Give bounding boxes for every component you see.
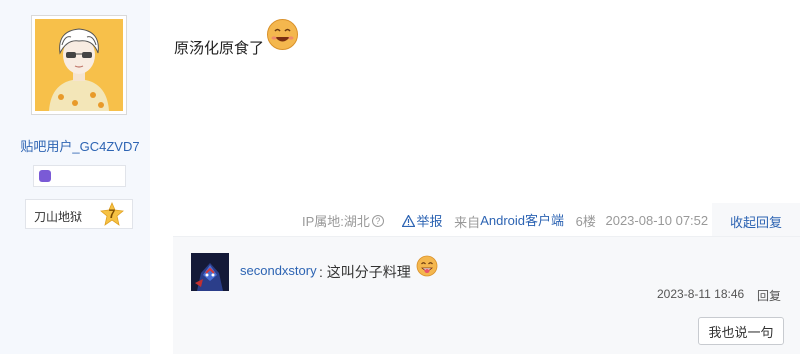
author-sidebar: 贴吧用户_GC4ZVD7 刀山地狱 7 [0, 0, 150, 354]
post-datetime: 2023-08-10 07:52 [605, 213, 709, 229]
level-name: 刀山地狱 [34, 210, 83, 224]
post-content: 原汤化原食了 [174, 40, 265, 57]
reply-area: secondxstory : 这叫分子料理 2023-8-11 18:46 回复… [173, 236, 800, 354]
client-link[interactable]: Android客户端 [480, 213, 564, 228]
floor-number: 6楼 [575, 214, 596, 230]
level-star-icon: 7 [100, 201, 124, 226]
collapse-tab: 收起回复 [712, 203, 800, 236]
question-circle-icon[interactable]: ? [371, 214, 384, 227]
report-link[interactable]: 举报 [401, 211, 443, 230]
author-avatar[interactable] [31, 15, 127, 115]
reply-avatar[interactable] [191, 253, 229, 291]
level-badge-box[interactable]: 刀山地狱 7 [25, 199, 133, 229]
from-client: 来自Android客户端 [454, 210, 564, 231]
reply-date: 2023-8-11 18:46 [657, 287, 745, 301]
warning-icon [401, 214, 415, 227]
from-prefix: 来自 [454, 215, 481, 231]
author-username[interactable]: 贴吧用户_GC4ZVD7 [0, 136, 160, 155]
grinning-face-emoji-icon [266, 18, 299, 51]
reply-username[interactable]: secondxstory [240, 263, 317, 278]
reply-content: : 这叫分子料理 [319, 264, 411, 280]
post-meta-row: IP属地:湖北? 举报 来自Android客户端 6楼 2023-08-10 0… [302, 210, 709, 231]
reply-button[interactable]: 回复 [757, 287, 781, 304]
member-gem-icon[interactable] [39, 170, 51, 182]
collapse-replies-link[interactable]: 收起回复 [730, 212, 782, 231]
report-label: 举报 [416, 214, 443, 230]
say-something-button[interactable]: 我也说一句 [698, 317, 784, 345]
tongue-face-emoji-icon [416, 255, 438, 277]
avatar-image [35, 19, 123, 111]
badge-box [33, 165, 126, 187]
ip-location: IP属地:湖北 [302, 214, 370, 230]
level-number: 7 [108, 207, 116, 221]
